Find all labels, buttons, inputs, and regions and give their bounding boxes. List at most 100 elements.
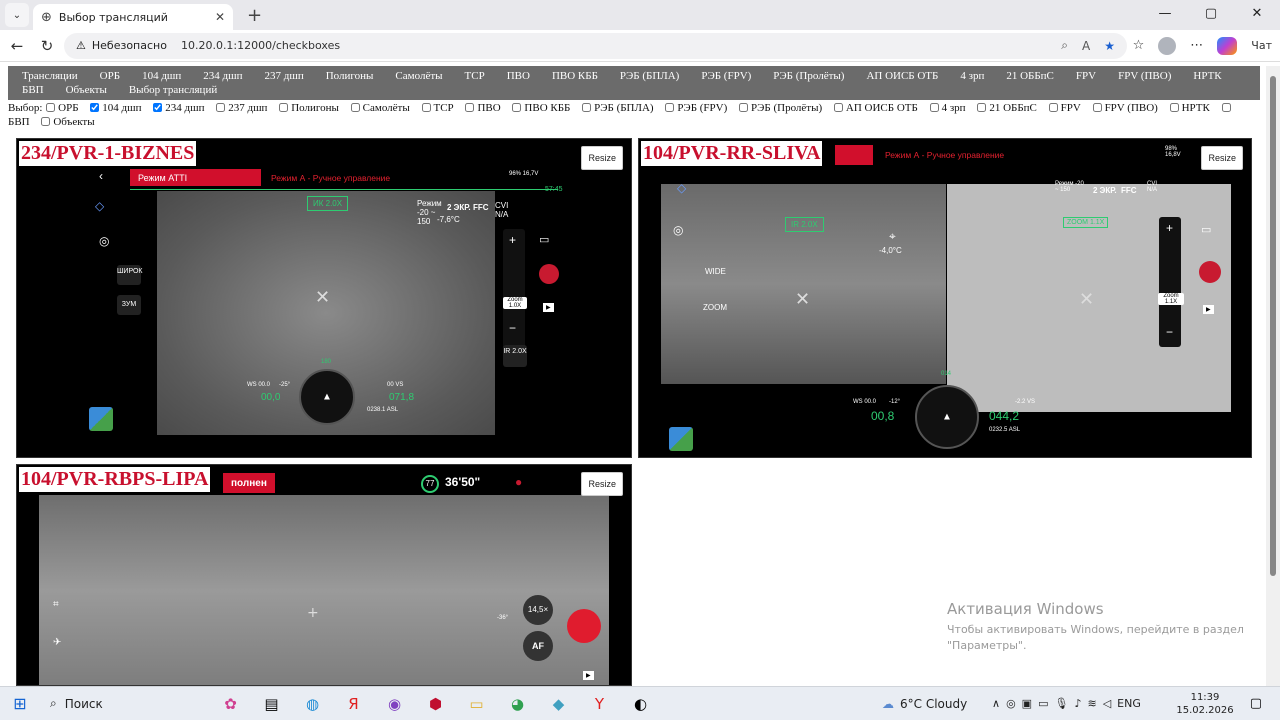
video-feed[interactable]: 234/PVR-1-BIZNES Resize Режим ATTI Режим… [16,138,632,458]
selection-option[interactable]: РЭБ (FPV) [664,102,727,114]
playback-icon[interactable]: ▶ [543,303,554,312]
nav-link[interactable]: 21 ОББпС [998,69,1068,83]
zoom-icon[interactable]: ⌕ [1061,38,1068,53]
new-tab-button[interactable]: + [247,5,262,26]
map-icon[interactable] [669,427,693,451]
nav-link[interactable]: ТСР [457,69,499,83]
selection-option[interactable]: РЭБ (Пролёты) [738,102,822,114]
tray-app-icon[interactable]: ◎ [1006,697,1016,710]
nav-link[interactable]: Выбор трансляций [121,83,231,97]
selection-checkbox[interactable] [153,103,163,112]
task-view-icon[interactable]: ▤ [251,695,292,713]
compass-diamond-icon[interactable]: ◇ [95,199,104,213]
nav-link[interactable]: Полигоны [318,69,388,83]
language-label[interactable]: ENG [1117,697,1141,710]
selection-checkbox[interactable] [739,103,749,112]
copilot-chat-label[interactable]: Чат [1251,39,1272,52]
selection-option[interactable]: АП ОИСБ ОТБ [833,102,918,114]
address-bar[interactable]: ⚠ Небезопасно 10.20.0.1:12000/checkboxes… [64,32,1127,59]
selection-option[interactable]: 21 ОББпС [976,102,1037,114]
selection-checkbox[interactable] [512,103,522,112]
copilot-icon[interactable] [1217,36,1238,55]
record-button[interactable] [539,264,559,284]
volume-icon[interactable]: ◁ [1103,697,1111,710]
nav-link[interactable]: FPV (ПВО) [1110,69,1185,83]
selection-checkbox[interactable] [350,103,360,112]
compass-diamond-icon[interactable]: ◇ [677,181,686,195]
drone-icon[interactable]: ✈ [53,637,61,648]
nav-link[interactable]: Трансляции [14,69,92,83]
selection-option[interactable]: НРТК [1169,102,1210,114]
nav-link[interactable]: 104 дшп [134,69,195,83]
gallery-icon[interactable]: ⌗ [53,599,59,610]
read-aloud-icon[interactable]: A [1082,39,1090,53]
record-button[interactable] [567,609,601,643]
nav-link[interactable]: РЭБ (Пролёты) [765,69,858,83]
browser-tab[interactable]: ⊕ Выбор трансляций ✕ [33,4,233,30]
selection-option[interactable]: FPV (ПВО) [1092,102,1158,114]
selection-checkbox[interactable] [1092,103,1102,112]
selection-option[interactable]: ОРБ [45,102,79,114]
autofocus-button[interactable]: AF [523,631,553,661]
zoom-mode-button[interactable]: ZOOM [703,303,727,312]
yandex-browser-icon[interactable]: Y [579,695,620,713]
selection-option[interactable]: ТСР [421,102,454,114]
zoom-out-button[interactable]: − [509,321,516,335]
map-icon[interactable] [89,407,113,431]
file-explorer-icon[interactable]: ▭ [456,695,497,713]
scrollbar-thumb[interactable] [1270,76,1276,576]
wide-mode-button[interactable]: WIDE [705,267,726,276]
zoom-in-button[interactable]: + [1166,221,1173,235]
selection-option[interactable]: 234 дшп [152,102,204,114]
selection-option[interactable]: Объекты [40,116,95,128]
chevron-up-icon[interactable]: ∧ [992,697,1000,710]
playback-icon[interactable]: ▶ [1203,305,1214,314]
video-feed[interactable]: 104/PVR-RR-SLIVA Режим А - Ручное управл… [638,138,1252,458]
nav-link[interactable]: ПВО КББ [544,69,612,83]
nav-link[interactable]: БВП [14,83,58,97]
nav-link[interactable]: ПВО [499,69,544,83]
zoom-value-button[interactable]: 14,5× [523,595,553,625]
zoom-in-button[interactable]: + [509,233,516,247]
more-menu-icon[interactable]: ⋯ [1190,38,1203,53]
selection-checkbox[interactable] [1169,103,1179,112]
app-icon[interactable]: ⬢ [415,695,456,713]
taskbar-clock[interactable]: 11:39 15.02.2026 [1175,691,1235,717]
selection-option[interactable]: Самолёты [350,102,410,114]
favorite-star-icon[interactable]: ★ [1104,39,1115,53]
selection-checkbox[interactable] [46,103,56,112]
resize-button[interactable]: Resize [1201,146,1243,170]
ffc-label[interactable]: FFC [473,203,489,212]
selection-checkbox[interactable] [977,103,987,112]
taskbar-search[interactable]: ⌕ Поиск [40,691,210,717]
selection-checkbox[interactable] [90,103,100,112]
maximize-button[interactable]: ▢ [1188,0,1234,28]
selection-option[interactable]: FPV [1048,102,1081,114]
battery-icon[interactable]: ▭ [1038,697,1048,710]
minimize-button[interactable]: — [1142,0,1188,28]
video-feed[interactable]: 104/PVR-RBPS-LIPA полнен 77 36'50" ● Res… [16,464,632,686]
chrome-icon[interactable]: ◕ [497,695,538,713]
selection-option[interactable]: 104 дшп [89,102,142,114]
nav-link[interactable]: ОРБ [92,69,134,83]
selection-checkbox[interactable] [582,103,592,112]
notifications-icon[interactable]: ▢ [1250,696,1262,711]
tray-app2-icon[interactable]: ▣ [1022,697,1032,710]
playback-icon[interactable]: ▶ [583,671,594,680]
nav-link[interactable]: 4 зрп [952,69,998,83]
resize-button[interactable]: Resize [581,472,623,496]
obs-icon[interactable]: ◐ [620,695,661,713]
back-arrow-icon[interactable]: ‹ [99,169,103,183]
app2-icon[interactable]: ◆ [538,695,579,713]
tab-actions-dropdown[interactable]: ⌄ [5,3,29,27]
nav-link[interactable]: АП ОИСБ ОТБ [858,69,952,83]
record-button[interactable] [1199,261,1221,283]
resize-button[interactable]: Resize [581,146,623,170]
warning-icon[interactable]: ⚠ [76,39,86,52]
back-button[interactable]: ← [2,37,32,55]
close-tab-icon[interactable]: ✕ [215,10,225,24]
target-icon[interactable]: ◎ [673,223,683,237]
selection-option[interactable]: РЭБ (БПЛА) [581,102,654,114]
selection-option[interactable]: 4 зрп [929,102,966,114]
edge-icon[interactable]: ◍ [292,695,333,713]
